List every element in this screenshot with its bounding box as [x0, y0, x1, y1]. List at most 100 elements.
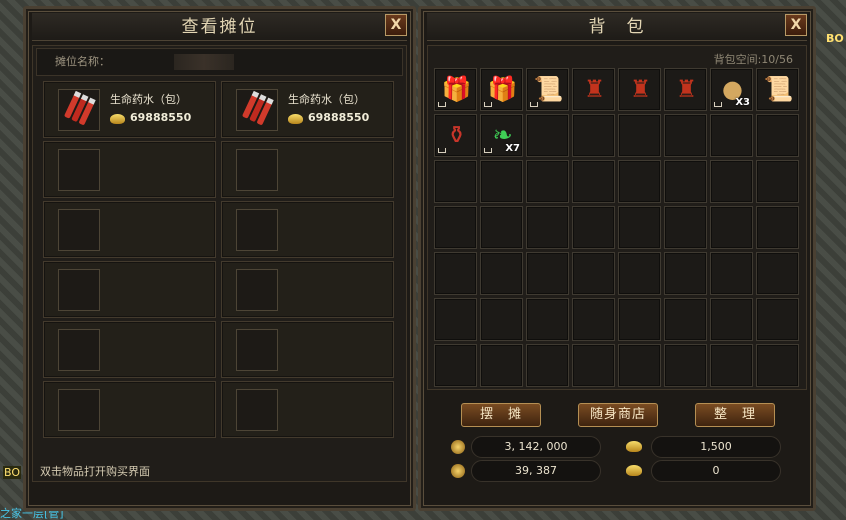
empty-icon-slot — [58, 149, 100, 191]
bag-slot[interactable] — [710, 160, 753, 203]
bag-slot[interactable] — [664, 298, 707, 341]
bag-slot[interactable] — [480, 252, 523, 295]
armor-icon: ♜ — [629, 75, 652, 103]
stall-slot-empty[interactable] — [221, 381, 394, 438]
bag-slot[interactable] — [756, 114, 799, 157]
bag-slot[interactable] — [572, 160, 615, 203]
stall-slot-empty[interactable] — [43, 201, 216, 258]
bag-slot[interactable] — [710, 298, 753, 341]
bag-slot[interactable] — [480, 298, 523, 341]
stall-slot-empty[interactable] — [43, 321, 216, 378]
stall-slot-1[interactable]: 生命药水（包） 69888550 — [43, 81, 216, 138]
empty-icon-slot — [58, 209, 100, 251]
bag-slot[interactable] — [710, 114, 753, 157]
stall-button[interactable]: 摆 摊 — [461, 403, 541, 427]
bag-slot[interactable] — [756, 206, 799, 249]
ingot-icon — [626, 441, 642, 452]
stall-slot-2[interactable]: 生命药水（包） 69888550 — [221, 81, 394, 138]
bag-slot[interactable] — [756, 160, 799, 203]
stall-item-name: 生命药水（包） — [110, 93, 187, 106]
empty-icon-slot — [236, 329, 278, 371]
empty-icon-slot — [58, 329, 100, 371]
bag-slot[interactable] — [434, 206, 477, 249]
bag-slot[interactable] — [618, 160, 661, 203]
bag-slot[interactable] — [572, 114, 615, 157]
stall-slot-empty[interactable] — [221, 261, 394, 318]
bag-slot[interactable] — [756, 344, 799, 387]
bag-slot[interactable] — [526, 252, 569, 295]
bound-ingot-amount: 0 — [651, 460, 781, 482]
bag-slot[interactable] — [664, 206, 707, 249]
scroll-icon: 📜 — [533, 75, 564, 103]
bag-slot[interactable]: ♜ — [664, 68, 707, 111]
stall-title: 查看摊位 — [32, 13, 407, 41]
bag-slot[interactable] — [480, 160, 523, 203]
bag-slot[interactable] — [618, 252, 661, 295]
item-quantity: X3 — [735, 97, 750, 108]
gold-icon — [110, 114, 125, 124]
mobile-shop-button[interactable]: 随身商店 — [578, 403, 658, 427]
bag-slot[interactable] — [618, 206, 661, 249]
bag-slot[interactable] — [618, 114, 661, 157]
empty-icon-slot — [58, 389, 100, 431]
bag-slot[interactable]: ❧ X7 — [480, 114, 523, 157]
bag-slot[interactable] — [618, 344, 661, 387]
bag-slot[interactable] — [756, 252, 799, 295]
gift-box-icon: 🎁 — [441, 75, 472, 103]
stall-slot-empty[interactable] — [221, 321, 394, 378]
bag-slot[interactable]: ● X3 — [710, 68, 753, 111]
bound-gold-amount: 39, 387 — [471, 460, 601, 482]
bag-slot[interactable]: 📜 — [756, 68, 799, 111]
stall-item-price: 69888550 — [308, 111, 370, 124]
bag-slot[interactable]: ♜ — [618, 68, 661, 111]
stall-slot-empty[interactable] — [43, 141, 216, 198]
bag-slot[interactable]: ⚱ — [434, 114, 477, 157]
bag-slot[interactable] — [664, 344, 707, 387]
bag-slot[interactable] — [710, 206, 753, 249]
bind-lock-icon — [530, 102, 538, 107]
bag-slot[interactable] — [480, 344, 523, 387]
bind-lock-icon — [484, 102, 492, 107]
bag-slot[interactable] — [572, 206, 615, 249]
stall-item-name: 生命药水（包） — [288, 93, 365, 106]
bag-slot[interactable] — [434, 344, 477, 387]
bag-slot[interactable] — [526, 344, 569, 387]
stall-slot-empty[interactable] — [221, 201, 394, 258]
sort-button[interactable]: 整 理 — [695, 403, 775, 427]
bag-slot[interactable] — [618, 298, 661, 341]
bag-panel: 背 包 X 背包空间:10/56 🎁 🎁 📜 ♜ ♜ ♜ ● X3 📜 ⚱ ❧ X7 摆 摊 随身商店… — [418, 6, 816, 511]
stall-slot-empty[interactable] — [43, 381, 216, 438]
stall-slot-empty[interactable] — [221, 141, 394, 198]
bag-slot[interactable] — [756, 298, 799, 341]
bag-slot[interactable] — [572, 298, 615, 341]
bag-slot[interactable] — [664, 114, 707, 157]
bound-gold-icon — [451, 464, 465, 478]
bag-slot[interactable] — [572, 252, 615, 295]
ingot-amount: 1,500 — [651, 436, 781, 458]
bind-lock-icon — [438, 102, 446, 107]
bag-slot[interactable]: 🎁 — [434, 68, 477, 111]
stall-close-button[interactable]: X — [385, 14, 407, 36]
bag-slot[interactable] — [710, 344, 753, 387]
bind-lock-icon — [484, 148, 492, 153]
bag-slot[interactable] — [664, 252, 707, 295]
bag-slot[interactable] — [526, 206, 569, 249]
stall-hint: 双击物品打开购买界面 — [40, 465, 150, 478]
stall-panel: 查看摊位 X 摊位名称： 生命药水（包） 69888550 生命药水（包） 69… — [23, 6, 416, 511]
bag-slot[interactable] — [434, 160, 477, 203]
bag-slot[interactable] — [526, 298, 569, 341]
bag-slot[interactable] — [526, 160, 569, 203]
bag-slot[interactable]: 🎁 — [480, 68, 523, 111]
bag-slot[interactable] — [572, 344, 615, 387]
stall-slot-empty[interactable] — [43, 261, 216, 318]
purple-scroll-icon: 📜 — [763, 75, 794, 103]
bag-slot[interactable] — [480, 206, 523, 249]
bag-slot[interactable] — [664, 160, 707, 203]
bag-slot[interactable]: 📜 — [526, 68, 569, 111]
bag-slot[interactable] — [434, 298, 477, 341]
bag-slot[interactable] — [710, 252, 753, 295]
bag-slot[interactable] — [434, 252, 477, 295]
bag-slot[interactable] — [526, 114, 569, 157]
bag-slot[interactable]: ♜ — [572, 68, 615, 111]
bag-close-button[interactable]: X — [785, 14, 807, 36]
